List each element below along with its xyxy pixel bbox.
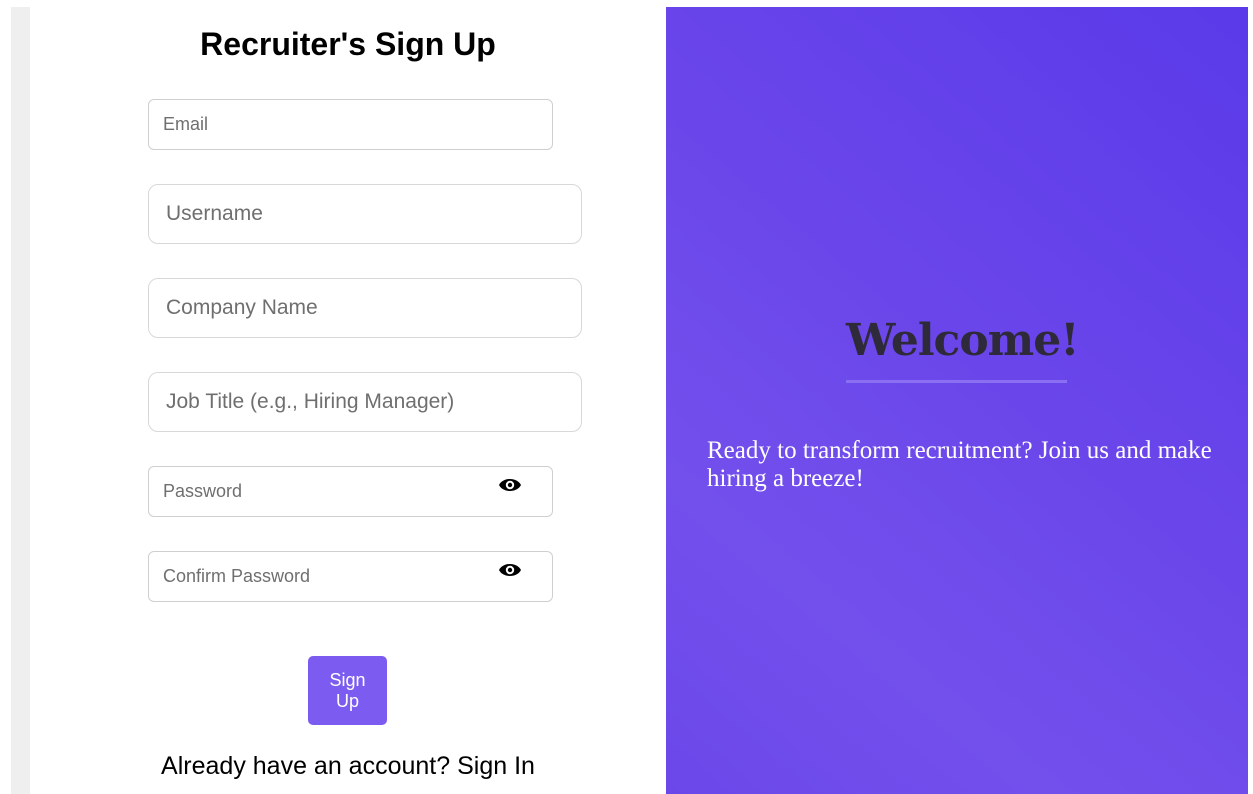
- signup-page: Recruiter's Sign Up Sign Up Already have…: [0, 0, 1253, 794]
- welcome-panel: Welcome! Ready to transform recruitment?…: [666, 7, 1248, 794]
- signup-form-panel: Recruiter's Sign Up Sign Up Already have…: [30, 7, 666, 794]
- signup-button[interactable]: Sign Up: [308, 656, 387, 725]
- company-name-field[interactable]: [148, 278, 582, 338]
- welcome-underline: [846, 380, 1067, 383]
- welcome-title: Welcome!: [846, 315, 1080, 366]
- username-field[interactable]: [148, 184, 582, 244]
- eye-icon[interactable]: [498, 475, 522, 495]
- confirm-password-field[interactable]: [148, 551, 553, 602]
- page-title: Recruiter's Sign Up: [200, 26, 496, 62]
- left-gutter: [11, 7, 30, 794]
- signin-prompt: Already have an account? Sign In: [30, 752, 666, 781]
- email-field[interactable]: [148, 99, 553, 150]
- eye-icon[interactable]: [498, 560, 522, 580]
- job-title-field[interactable]: [148, 372, 582, 432]
- welcome-message: Ready to transform recruitment? Join us …: [707, 437, 1212, 492]
- signin-prompt-text: Already have an account?: [161, 752, 451, 780]
- password-field[interactable]: [148, 466, 553, 517]
- signin-link[interactable]: Sign In: [457, 752, 535, 780]
